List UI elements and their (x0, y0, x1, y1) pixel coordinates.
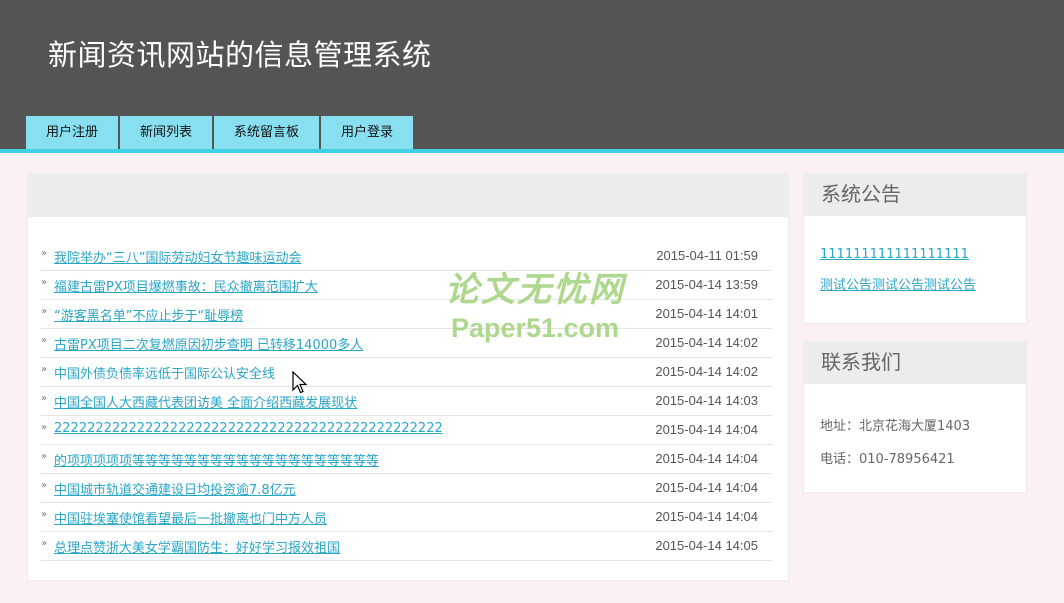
news-date: 2015-04-14 14:02 (655, 335, 758, 350)
bullet-icon: » (41, 422, 48, 433)
bullet-icon: » (41, 451, 48, 462)
mouse-cursor-icon (292, 371, 308, 394)
notice-panel: 系统公告 111111111111111111 测试公告测试公告测试公告 (803, 173, 1027, 324)
bullet-icon: » (41, 509, 48, 520)
news-row: » 福建古雷PX项目爆燃事故：民众撤离范围扩大 2015-04-14 13:59 (41, 271, 772, 300)
news-row: » 中国外债负债率远低于国际公认安全线 2015-04-14 14:02 (41, 358, 772, 387)
news-date: 2015-04-14 14:04 (655, 509, 758, 524)
news-date: 2015-04-14 14:04 (655, 480, 758, 495)
news-title-link[interactable]: 的项项项项项等等等等等等等等等等等等等等等等等等等 (54, 450, 379, 469)
news-title-link[interactable]: 中国外债负债率远低于国际公认安全线 (54, 363, 275, 382)
news-title-link[interactable]: 我院举办“三八”国际劳动妇女节趣味运动会 (54, 247, 301, 266)
news-title-link[interactable]: 总理点赞浙大美女学霸国防生：好好学习报效祖国 (54, 537, 340, 556)
news-row: » 中国全国人大西藏代表团访美 全面介绍西藏发展现状 2015-04-14 14… (41, 387, 772, 416)
news-title-link[interactable]: 中国全国人大西藏代表团访美 全面介绍西藏发展现状 (54, 392, 357, 411)
news-row: » 22222222222222222222222222222222222222… (41, 416, 772, 445)
news-date: 2015-04-14 13:59 (655, 277, 758, 292)
news-list: » 我院举办“三八”国际劳动妇女节趣味运动会 2015-04-11 01:59 … (41, 242, 772, 561)
notice-link[interactable]: 111111111111111111 (820, 247, 1026, 262)
news-date: 2015-04-14 14:04 (655, 422, 758, 437)
news-row: » 的项项项项项等等等等等等等等等等等等等等等等等等等 2015-04-14 1… (41, 445, 772, 474)
contact-phone: 电话：010-78956421 (820, 452, 955, 467)
bullet-icon: » (41, 538, 48, 549)
news-title-link[interactable]: “游客黑名单”不应止步于“耻辱榜 (54, 305, 243, 324)
news-panel-header (28, 174, 788, 217)
main-nav: 用户注册 新闻列表 系统留言板 用户登录 (26, 116, 413, 149)
site-title: 新闻资讯网站的信息管理系统 (48, 38, 432, 72)
news-date: 2015-04-14 14:04 (655, 451, 758, 466)
news-row: » 我院举办“三八”国际劳动妇女节趣味运动会 2015-04-11 01:59 (41, 242, 772, 271)
news-row: » 中国驻埃塞使馆看望最后一批撤离也门中方人员 2015-04-14 14:04 (41, 503, 772, 532)
news-date: 2015-04-14 14:03 (655, 393, 758, 408)
contact-address: 地址：北京花海大厦1403 (820, 419, 971, 434)
news-date: 2015-04-14 14:02 (655, 364, 758, 379)
contact-title: 联系我们 (804, 342, 1026, 384)
news-date: 2015-04-11 01:59 (656, 248, 758, 263)
news-title-link[interactable]: 福建古雷PX项目爆燃事故：民众撤离范围扩大 (54, 276, 318, 295)
tab-register[interactable]: 用户注册 (26, 116, 120, 149)
bullet-icon: » (41, 480, 48, 491)
contact-panel: 联系我们 地址：北京花海大厦1403 电话：010-78956421 (803, 341, 1027, 493)
bullet-icon: » (41, 393, 48, 404)
news-title-link[interactable]: 中国驻埃塞使馆看望最后一批撤离也门中方人员 (54, 508, 327, 527)
bullet-icon: » (41, 277, 48, 288)
news-title-link[interactable]: 中国城市轨道交通建设日均投资逾7.8亿元 (54, 479, 296, 498)
news-row: » “游客黑名单”不应止步于“耻辱榜 2015-04-14 14:01 (41, 300, 772, 329)
news-date: 2015-04-14 14:05 (655, 538, 758, 553)
bullet-icon: » (41, 335, 48, 346)
bullet-icon: » (41, 248, 48, 259)
news-title-link[interactable]: 古雷PX项目二次复燃原因初步查明 已转移14000多人 (54, 334, 363, 353)
tab-message-board[interactable]: 系统留言板 (214, 116, 321, 149)
news-date: 2015-04-14 14:01 (655, 306, 758, 321)
notice-title: 系统公告 (804, 174, 1026, 216)
news-row: » 中国城市轨道交通建设日均投资逾7.8亿元 2015-04-14 14:04 (41, 474, 772, 503)
tab-news-list[interactable]: 新闻列表 (120, 116, 214, 149)
nav-accent-bar (0, 149, 1064, 153)
site-header: 新闻资讯网站的信息管理系统 用户注册 新闻列表 系统留言板 用户登录 (0, 0, 1064, 149)
news-title-link[interactable]: 2222222222222222222222222222222222222222… (54, 421, 443, 436)
news-row: » 总理点赞浙大美女学霸国防生：好好学习报效祖国 2015-04-14 14:0… (41, 532, 772, 561)
bullet-icon: » (41, 364, 48, 375)
notice-link[interactable]: 测试公告测试公告测试公告 (820, 274, 1026, 293)
bullet-icon: » (41, 306, 48, 317)
tab-login[interactable]: 用户登录 (321, 116, 413, 149)
news-row: » 古雷PX项目二次复燃原因初步查明 已转移14000多人 2015-04-14… (41, 329, 772, 358)
